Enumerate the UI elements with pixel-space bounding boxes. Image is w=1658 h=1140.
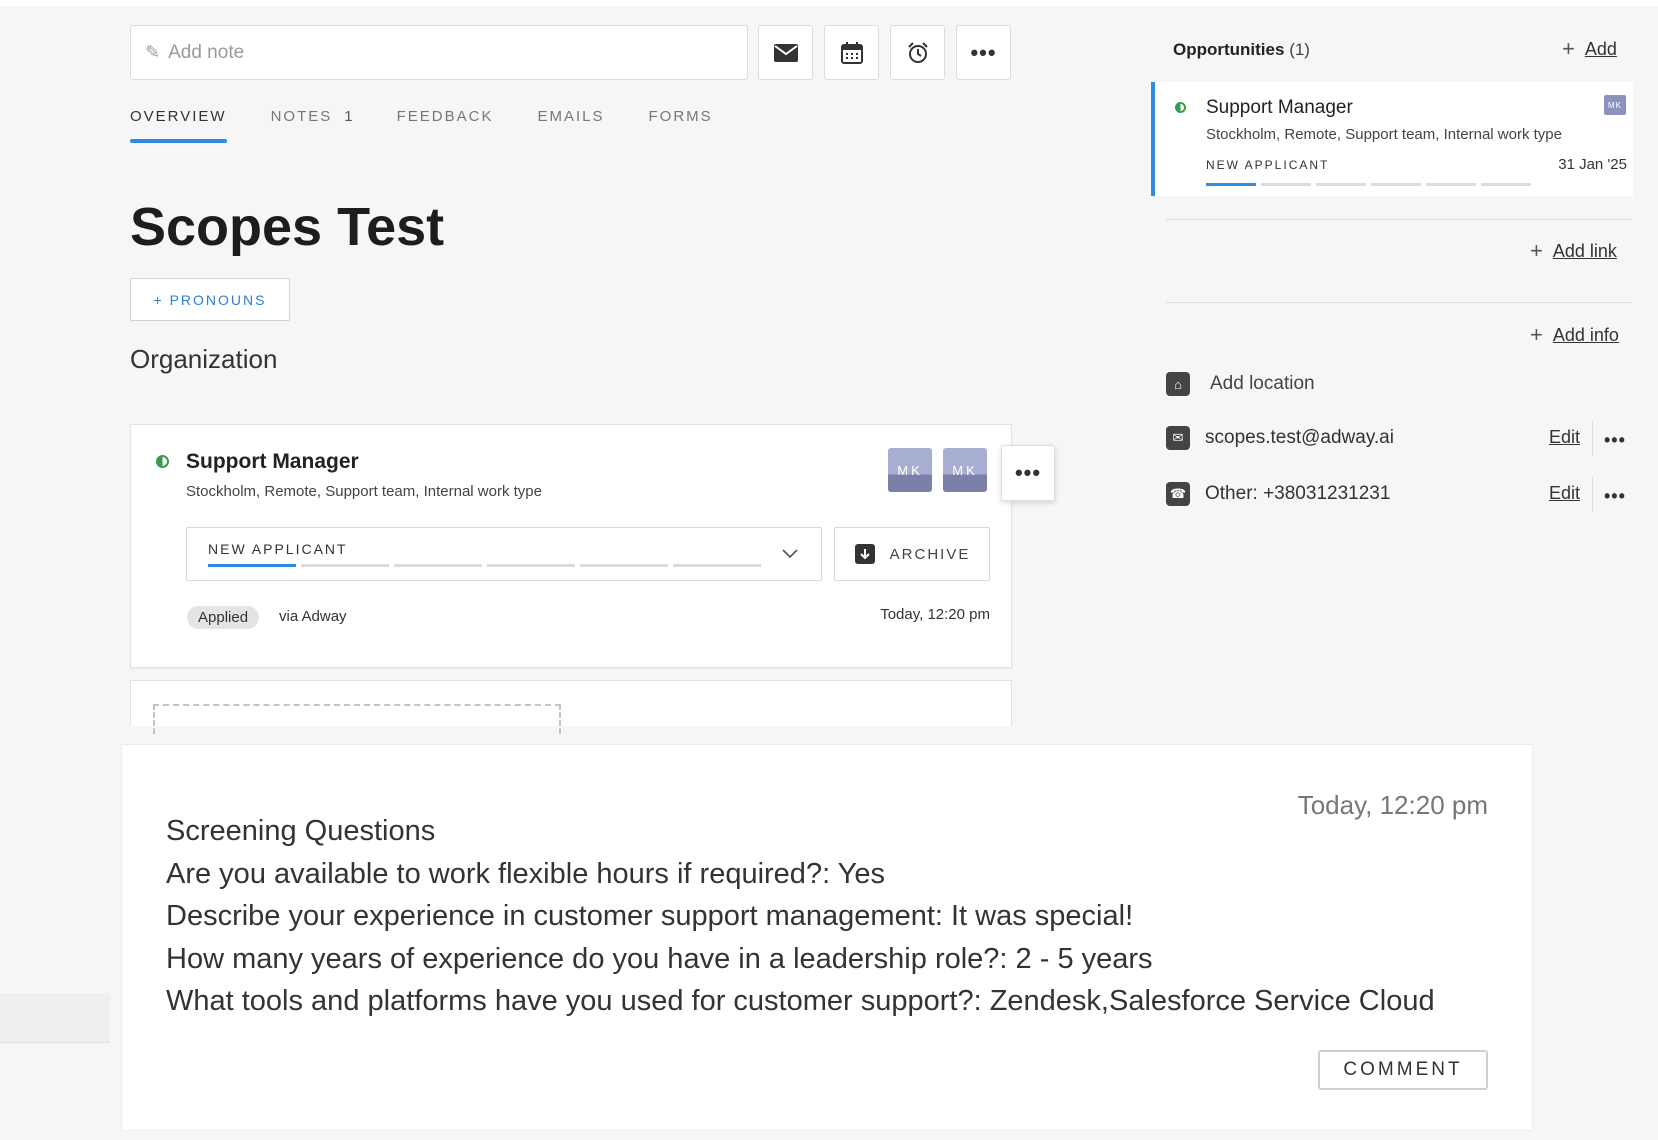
opportunity-progress-segment [1316,183,1366,186]
phone-more-button[interactable]: ••• [1604,487,1626,505]
status-badge: Applied [187,606,260,629]
stage-progress-segment [208,564,296,567]
opportunity-progress-segment [1426,183,1476,186]
add-opportunity-label: Add [1584,38,1617,59]
tab-overview-label: OVERVIEW [130,108,227,125]
status-indicator-icon [1175,102,1186,113]
archive-button[interactable]: ARCHIVE [834,527,990,581]
avatar[interactable]: MK [943,448,987,492]
add-info-button[interactable]: + Add info [1530,322,1619,348]
ellipsis-icon: ••• [1014,460,1042,485]
alarm-clock-icon [907,41,928,63]
avatar[interactable]: MK [1604,95,1626,115]
tab-feedback[interactable]: FEEDBACK [397,108,494,137]
application-timestamp: Today, 12:20 pm [880,606,990,623]
screening-answer: Describe your experience in customer sup… [166,900,1134,932]
application-source: via Adway [279,608,347,625]
chevron-down-icon [782,543,798,564]
tab-overview[interactable]: OVERVIEW [130,108,227,143]
opportunity-progress-segment [1261,183,1311,186]
background-panel [0,993,110,1043]
home-icon: ⌂ [1166,372,1190,396]
application-more-button[interactable]: ••• [1001,445,1055,501]
status-indicator-icon [156,455,169,468]
stage-progress-segment [673,564,761,567]
add-location-field[interactable]: Add location [1210,373,1315,395]
add-info-label: Add info [1552,324,1619,345]
add-link-label: Add link [1552,240,1617,261]
envelope-icon: ✉ [1166,426,1190,450]
screening-answer: What tools and platforms have you used f… [166,985,1435,1017]
candidate-name: Scopes Test [130,197,445,257]
application-title[interactable]: Support Manager [186,450,359,474]
top-strip [0,0,1658,6]
avatar[interactable]: MK [888,448,932,492]
opportunities-title: Opportunities [1173,40,1285,59]
reminder-button[interactable] [890,25,945,80]
envelope-icon [773,43,798,62]
opportunity-date: 31 Jan '25 [1558,156,1627,173]
file-drop-zone[interactable] [153,704,561,734]
pencil-icon: ✎ [145,42,161,62]
stage-progress-segment [580,564,668,567]
plus-icon: + [1530,322,1543,347]
email-button[interactable] [758,25,813,80]
tab-feedback-label: FEEDBACK [396,108,494,125]
opportunity-progress-segment [1481,183,1531,186]
stage-progress-segment [394,564,482,567]
stage-progress-segment [487,564,575,567]
screening-answer: How many years of experience do you have… [166,943,1153,975]
stage-label: NEW APPLICANT [208,541,348,557]
tab-forms[interactable]: FORMS [649,108,713,137]
divider [1166,302,1632,303]
phone-icon: ☎ [1166,482,1190,506]
tab-notes-label: NOTES [270,108,333,125]
opportunity-progress-segment [1206,183,1256,186]
tab-notes[interactable]: NOTES 1 [271,108,353,137]
archive-label: ARCHIVE [889,545,971,563]
application-subtitle: Stockholm, Remote, Support team, Interna… [186,483,542,500]
notes-count-badge: 1 [344,108,353,125]
tab-forms-label: FORMS [648,108,713,125]
opportunities-count: (1) [1289,40,1310,59]
divider [1592,421,1593,455]
opportunity-subtitle: Stockholm, Remote, Support team, Interna… [1206,126,1562,143]
add-note-input[interactable]: ✎ Add note [130,25,748,80]
ellipsis-icon: ••• [970,39,997,65]
archive-box-icon [854,544,875,564]
edit-phone-link[interactable]: Edit [1549,483,1580,504]
edit-email-link[interactable]: Edit [1549,427,1580,448]
email-value[interactable]: scopes.test@adway.ai [1205,427,1394,449]
calendar-button[interactable] [824,25,879,80]
add-note-placeholder: Add note [168,41,245,63]
stage-progress-segment [301,564,389,567]
opportunity-stage: NEW APPLICANT [1206,158,1330,172]
add-pronouns-button[interactable]: + PRONOUNS [130,278,290,321]
plus-icon: + [1562,36,1575,61]
organization-field[interactable]: Organization [130,344,277,375]
phone-value[interactable]: Other: +38031231231 [1205,483,1390,505]
email-more-button[interactable]: ••• [1604,431,1626,449]
opportunities-heading: Opportunities (1) [1173,40,1310,60]
screening-timestamp: Today, 12:20 pm [1297,790,1488,820]
screening-heading: Screening Questions [166,815,436,847]
calendar-icon [840,41,863,64]
tab-emails-label: EMAILS [537,108,605,125]
opportunity-progress-segment [1371,183,1421,186]
opportunity-title: Support Manager [1206,97,1353,118]
tab-emails[interactable]: EMAILS [537,108,604,137]
divider [1592,477,1593,511]
add-link-button[interactable]: + Add link [1530,238,1617,264]
screening-answer: Are you available to work flexible hours… [166,858,885,890]
more-actions-button[interactable]: ••• [956,25,1011,80]
comment-button[interactable]: COMMENT [1318,1050,1488,1090]
plus-icon: + [1530,238,1543,263]
add-opportunity-button[interactable]: + Add [1562,36,1617,62]
tab-bar: OVERVIEW NOTES 1 FEEDBACK EMAILS FORMS [130,108,757,143]
divider [1166,219,1632,220]
